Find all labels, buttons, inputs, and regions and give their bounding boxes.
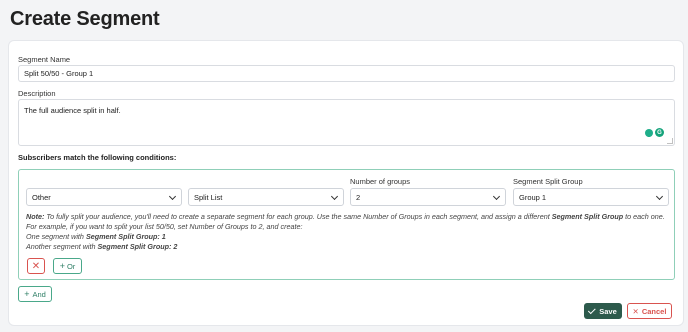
segment-form-card: Segment Name Split 50/50 - Group 1 Descr…: [8, 40, 684, 326]
add-or-condition-button[interactable]: + Or: [53, 258, 82, 274]
check-icon: [588, 306, 596, 315]
note-line2-text: One segment with: [26, 232, 86, 241]
conditions-title: Subscribers match the following conditio…: [18, 153, 177, 162]
groups-select[interactable]: 2: [350, 188, 506, 206]
save-label: Save: [599, 306, 617, 316]
split-note: Note: To fully split your audience, you'…: [26, 212, 671, 252]
cancel-button[interactable]: ✕ Cancel: [627, 303, 672, 319]
note-line3-bold: Segment Split Group: 2: [97, 242, 178, 251]
groups-select-value: 2: [356, 192, 361, 202]
split-group-select-value: Group 1: [519, 192, 547, 202]
resize-handle-icon[interactable]: [667, 138, 673, 144]
field-select-value: Other: [32, 192, 51, 202]
split-group-select[interactable]: Group 1: [513, 188, 669, 206]
operator-select-value: Split List: [194, 192, 223, 202]
note-line3-text: Another segment with: [26, 242, 98, 251]
textarea-tools: G: [645, 128, 664, 137]
remove-condition-button[interactable]: ✕: [27, 258, 45, 274]
field-select[interactable]: Other: [26, 188, 182, 206]
bulb-icon[interactable]: [645, 128, 653, 137]
condition-group: Other Split List Number of groups 2 Segm…: [18, 169, 675, 280]
description-value: The full audience split in half.: [24, 106, 121, 115]
close-icon: ✕: [31, 260, 41, 272]
note-prefix: Note:: [26, 212, 45, 221]
chevron-down-icon: [655, 192, 664, 201]
plus-icon: +: [59, 260, 65, 271]
chevron-down-icon: [168, 192, 177, 201]
operator-select[interactable]: Split List: [188, 188, 344, 206]
chevron-down-icon: [330, 192, 339, 201]
add-and-condition-button[interactable]: + And: [18, 286, 52, 302]
save-button[interactable]: Save: [584, 303, 622, 319]
page-title: Create Segment: [10, 8, 160, 30]
segment-name-label: Segment Name: [18, 55, 71, 64]
plus-icon: +: [24, 288, 30, 299]
or-label: Or: [66, 261, 76, 271]
cancel-label: Cancel: [641, 306, 667, 316]
and-label: And: [32, 289, 46, 299]
description-label: Description: [18, 89, 56, 98]
segment-name-value: Split 50/50 - Group 1: [24, 69, 94, 78]
note-line2-bold: Segment Split Group: 1: [85, 232, 166, 241]
groups-label: Number of groups: [350, 177, 411, 186]
segment-name-input[interactable]: Split 50/50 - Group 1: [18, 65, 675, 82]
split-group-label: Segment Split Group: [513, 177, 583, 186]
chevron-down-icon: [492, 192, 501, 201]
grammarly-icon[interactable]: G: [655, 128, 664, 137]
description-textarea[interactable]: The full audience split in half. G: [18, 99, 675, 146]
note-text-1: To fully split your audience, you'll nee…: [44, 212, 552, 221]
note-bold-1: Segment Split Group: [551, 212, 624, 221]
close-icon: ✕: [632, 306, 639, 316]
